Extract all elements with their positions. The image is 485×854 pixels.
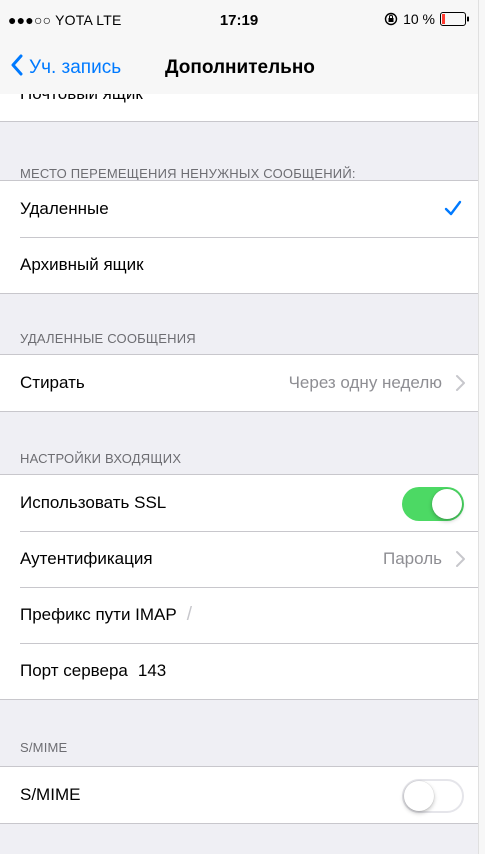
- chevron-right-icon: [454, 374, 466, 392]
- lock-rotation-icon: [384, 12, 398, 26]
- checkmark-icon: [444, 199, 462, 217]
- auth-value: Пароль: [383, 549, 442, 568]
- erase-label: Стирать: [20, 373, 85, 392]
- back-button-label: Уч. запись: [29, 57, 122, 78]
- port-input[interactable]: 143: [138, 661, 166, 681]
- option-label: Удаленные: [20, 199, 109, 218]
- section-header-incoming: НАСТРОЙКИ ВХОДЯЩИХ: [20, 451, 182, 466]
- deleted-messages-group: Стирать Через одну неделю: [0, 354, 478, 412]
- imap-prefix-row[interactable]: Префикс пути IMAP /: [0, 587, 478, 643]
- move-options-group: Удаленные Архивный ящик: [0, 180, 478, 294]
- back-button[interactable]: Уч. запись: [10, 53, 121, 83]
- imap-prefix-input[interactable]: /: [187, 604, 192, 626]
- battery-percent: 10 %: [403, 11, 435, 27]
- clipped-row[interactable]: Почтовый ящик: [0, 94, 478, 122]
- clipped-row-label: Почтовый ящик: [20, 94, 143, 104]
- incoming-settings-group: Использовать SSL Аутентификация Пароль П…: [0, 474, 478, 700]
- smime-row: S/MIME: [0, 767, 478, 823]
- erase-value: Через одну неделю: [288, 373, 442, 392]
- auth-row[interactable]: Аутентификация Пароль: [0, 531, 478, 587]
- screen-edge: [478, 0, 485, 854]
- port-row[interactable]: Порт сервера 143: [0, 643, 478, 699]
- option-label: Архивный ящик: [20, 255, 144, 274]
- option-deleted[interactable]: Удаленные: [0, 181, 478, 237]
- erase-row[interactable]: Стирать Через одну неделю: [0, 355, 478, 411]
- auth-label: Аутентификация: [20, 549, 153, 568]
- ssl-label: Использовать SSL: [20, 493, 167, 512]
- navigation-bar: Уч. запись Дополнительно: [0, 44, 478, 94]
- port-label: Порт сервера: [20, 661, 128, 680]
- smime-group: S/MIME: [0, 766, 478, 824]
- page-title: Дополнительно: [165, 57, 315, 78]
- smime-label: S/MIME: [20, 785, 81, 804]
- ssl-toggle[interactable]: [402, 487, 464, 521]
- status-bar: ●●●○○ YOTA LTE 17:19 10 %: [0, 0, 478, 44]
- battery-icon: [440, 12, 470, 26]
- section-header-move: МЕСТО ПЕРЕМЕЩЕНИЯ НЕНУЖНЫХ СООБЩЕНИЙ:: [20, 166, 356, 181]
- toggle-knob: [404, 781, 434, 811]
- toggle-knob: [432, 489, 462, 519]
- section-header-smime: S/MIME: [20, 740, 68, 755]
- settings-screen: ●●●○○ YOTA LTE 17:19 10 % Уч. запись Доп…: [0, 0, 478, 854]
- status-right: 10 %: [384, 11, 470, 27]
- smime-toggle[interactable]: [402, 779, 464, 813]
- chevron-right-icon: [454, 550, 466, 568]
- imap-prefix-label: Префикс пути IMAP: [20, 605, 177, 624]
- back-chevron-icon: [10, 54, 23, 82]
- section-header-deleted: УДАЛЕННЫЕ СООБЩЕНИЯ: [20, 331, 196, 346]
- option-archive[interactable]: Архивный ящик: [0, 237, 478, 293]
- ssl-row: Использовать SSL: [0, 475, 478, 531]
